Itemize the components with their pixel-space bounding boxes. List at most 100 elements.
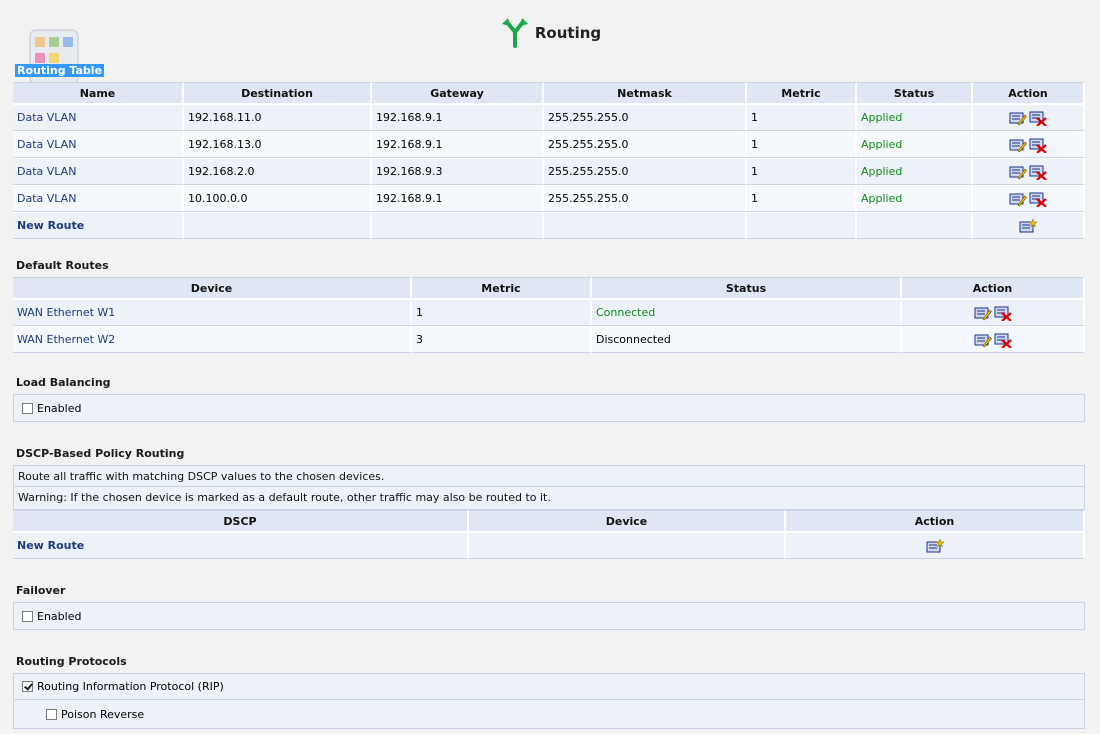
rip-label: Routing Information Protocol (RIP) — [37, 680, 224, 693]
route-name-link[interactable]: Data VLAN — [13, 104, 184, 131]
route-name-link[interactable]: Data VLAN — [13, 131, 184, 158]
routing-protocols-panel: Routing Information Protocol (RIP) Poiso… — [13, 673, 1085, 729]
dscp-header: DSCP Device Action — [13, 510, 1085, 532]
col-device: Device — [469, 510, 786, 532]
route-status: Applied — [857, 185, 973, 212]
edit-icon[interactable] — [1009, 137, 1027, 153]
edit-icon[interactable] — [974, 305, 992, 321]
edit-icon[interactable] — [1009, 110, 1027, 126]
delete-icon[interactable] — [1029, 191, 1047, 207]
edit-icon[interactable] — [1009, 164, 1027, 180]
route-actions — [973, 131, 1085, 158]
default-routes-title: Default Routes — [16, 259, 109, 272]
col-dscp: DSCP — [13, 510, 469, 532]
edit-icon[interactable] — [1009, 191, 1027, 207]
rip-row: Routing Information Protocol (RIP) — [14, 674, 1084, 700]
col-device: Device — [13, 277, 412, 299]
device-actions — [902, 299, 1085, 326]
device-link[interactable]: WAN Ethernet W1 — [13, 299, 412, 326]
route-metric: 1 — [747, 158, 857, 185]
route-gateway: 192.168.9.1 — [372, 104, 544, 131]
col-name: Name — [13, 82, 184, 104]
route-metric: 1 — [747, 185, 857, 212]
route-actions — [973, 185, 1085, 212]
add-icon[interactable] — [1019, 217, 1037, 234]
rip-checkbox[interactable] — [22, 681, 33, 692]
table-row: WAN Ethernet W2 3 Disconnected — [13, 326, 1085, 353]
device-actions — [902, 326, 1085, 353]
delete-icon[interactable] — [1029, 110, 1047, 126]
route-netmask: 255.255.255.0 — [544, 185, 747, 212]
delete-icon[interactable] — [1029, 137, 1047, 153]
col-action: Action — [902, 277, 1085, 299]
route-name-link[interactable]: Data VLAN — [13, 185, 184, 212]
new-route-actions — [973, 212, 1085, 239]
poison-reverse-row: Poison Reverse — [14, 700, 1084, 728]
dscp-title: DSCP-Based Policy Routing — [16, 447, 185, 460]
route-name-link[interactable]: Data VLAN — [13, 158, 184, 185]
load-balancing-row: Enabled — [14, 395, 1084, 421]
table-row: Data VLAN 192.168.13.0 192.168.9.1 255.2… — [13, 131, 1085, 158]
route-destination: 192.168.13.0 — [184, 131, 372, 158]
col-action: Action — [786, 510, 1085, 532]
table-row: New Route — [13, 532, 1085, 559]
dscp-warning-text: Warning: If the chosen device is marked … — [18, 491, 551, 504]
dscp-table: DSCP Device Action New Route — [13, 510, 1085, 559]
route-actions — [973, 158, 1085, 185]
route-metric: 1 — [747, 104, 857, 131]
edit-icon[interactable] — [974, 332, 992, 348]
routing-table: Name Destination Gateway Netmask Metric … — [13, 82, 1085, 239]
device-metric: 3 — [412, 326, 592, 353]
table-row: Data VLAN 10.100.0.0 192.168.9.1 255.255… — [13, 185, 1085, 212]
col-status: Status — [857, 82, 973, 104]
failover-label: Enabled — [37, 609, 82, 623]
device-status: Connected — [592, 299, 902, 326]
page-title: Routing — [534, 24, 602, 42]
col-metric: Metric — [412, 277, 592, 299]
delete-icon[interactable] — [994, 305, 1012, 321]
poison-reverse-checkbox[interactable] — [46, 708, 57, 720]
route-gateway: 192.168.9.1 — [372, 185, 544, 212]
default-routes-table: Device Metric Status Action WAN Ethernet… — [13, 277, 1085, 353]
table-row: Data VLAN 192.168.11.0 192.168.9.1 255.2… — [13, 104, 1085, 131]
device-status: Disconnected — [592, 326, 902, 353]
page-header: Routing — [0, 15, 1100, 49]
failover-panel: Enabled — [13, 602, 1085, 630]
route-destination: 192.168.11.0 — [184, 104, 372, 131]
dscp-new-route-actions — [786, 532, 1085, 559]
poison-reverse-label: Poison Reverse — [61, 707, 145, 721]
col-status: Status — [592, 277, 902, 299]
failover-title: Failover — [16, 584, 66, 597]
col-metric: Metric — [747, 82, 857, 104]
device-metric: 1 — [412, 299, 592, 326]
device-link[interactable]: WAN Ethernet W2 — [13, 326, 412, 353]
routing-fork-icon — [501, 18, 528, 48]
routing-protocols-title: Routing Protocols — [16, 655, 127, 668]
route-destination: 192.168.2.0 — [184, 158, 372, 185]
col-gateway: Gateway — [372, 82, 544, 104]
routing-table-title: Routing Table — [15, 64, 105, 77]
new-route-link[interactable]: New Route — [13, 212, 184, 239]
route-netmask: 255.255.255.0 — [544, 158, 747, 185]
add-icon[interactable] — [926, 537, 944, 554]
col-action: Action — [973, 82, 1085, 104]
load-balancing-panel: Enabled — [13, 394, 1085, 422]
dscp-new-route-link[interactable]: New Route — [13, 532, 469, 559]
route-destination: 10.100.0.0 — [184, 185, 372, 212]
load-balancing-checkbox[interactable] — [22, 402, 33, 414]
table-row: WAN Ethernet W1 1 Connected — [13, 299, 1085, 326]
delete-icon[interactable] — [994, 332, 1012, 348]
load-balancing-title: Load Balancing — [16, 376, 111, 389]
route-gateway: 192.168.9.3 — [372, 158, 544, 185]
failover-checkbox[interactable] — [22, 610, 33, 622]
route-gateway: 192.168.9.1 — [372, 131, 544, 158]
route-netmask: 255.255.255.0 — [544, 104, 747, 131]
col-netmask: Netmask — [544, 82, 747, 104]
delete-icon[interactable] — [1029, 164, 1047, 180]
route-metric: 1 — [747, 131, 857, 158]
table-row: New Route — [13, 212, 1085, 239]
dscp-info-text: Route all traffic with matching DSCP val… — [14, 466, 1084, 487]
load-balancing-label: Enabled — [37, 401, 82, 415]
failover-row: Enabled — [14, 603, 1084, 629]
dscp-info-panel: Route all traffic with matching DSCP val… — [13, 465, 1085, 510]
